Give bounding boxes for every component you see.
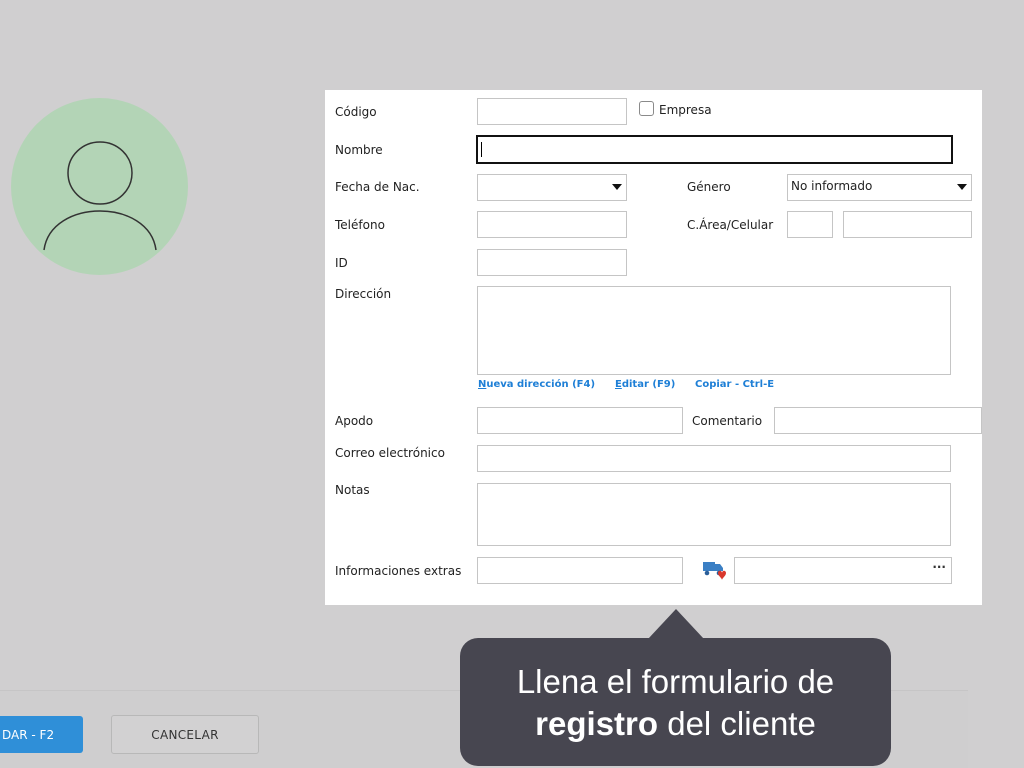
editar-link[interactable]: Editar (F9) [615,379,675,390]
telefono-label: Teléfono [335,218,385,232]
id-label: ID [335,256,348,270]
delivery-truck-heart-icon[interactable] [702,559,728,581]
comentario-input[interactable] [774,407,982,434]
tutorial-tooltip: Llena el formulario de registro del clie… [460,638,891,766]
cancel-button[interactable]: CANCELAR [111,715,259,754]
genero-label: Género [687,180,731,194]
direccion-textarea[interactable] [477,286,951,375]
info-extras-label: Informaciones extras [335,564,462,578]
chevron-down-icon [612,184,622,190]
avatar[interactable] [11,98,188,275]
area-celular-label: C.Área/Celular [687,218,774,232]
codigo-input[interactable] [477,98,627,125]
nueva-direccion-link[interactable]: Nueva dirección (F4) [478,379,595,390]
tooltip-bold: registro [535,705,659,742]
comentario-label: Comentario [692,414,763,428]
apodo-input[interactable] [477,407,683,434]
customer-form: Código Empresa Nombre Fecha de Nac. Géne… [325,90,982,605]
genero-value: No informado [791,179,873,193]
direccion-label: Dirección [335,287,392,301]
info-extras-selector[interactable]: ··· [734,557,952,584]
notas-label: Notas [335,483,370,497]
tooltip-arrow [648,609,704,639]
tooltip-line1: Llena el formulario de [516,663,835,700]
user-icon [43,141,157,251]
copiar-link[interactable]: Copiar - Ctrl-E [695,379,774,390]
correo-input[interactable] [477,445,951,472]
fecha-label: Fecha de Nac. [335,180,420,194]
codigo-label: Código [335,105,377,119]
tooltip-line2: registro del cliente [460,703,891,745]
celular-input[interactable] [843,211,972,238]
nombre-input[interactable] [476,135,953,164]
apodo-label: Apodo [335,414,374,428]
area-code-input[interactable] [787,211,833,238]
tooltip-rest: del cliente [658,705,816,742]
genero-select[interactable]: No informado [787,174,972,201]
empresa-checkbox[interactable] [639,101,654,116]
chevron-down-icon [957,184,967,190]
fecha-nacimiento-dropdown[interactable] [477,174,627,201]
save-button[interactable]: DAR - F2 [0,716,83,753]
correo-label: Correo electrónico [335,446,445,460]
info-extras-input[interactable] [477,557,683,584]
empresa-label: Empresa [659,103,712,117]
notas-textarea[interactable] [477,483,951,546]
text-caret [481,142,482,157]
id-input[interactable] [477,249,627,276]
nombre-label: Nombre [335,143,383,157]
telefono-input[interactable] [477,211,627,238]
ellipsis-button[interactable]: ··· [932,560,946,574]
